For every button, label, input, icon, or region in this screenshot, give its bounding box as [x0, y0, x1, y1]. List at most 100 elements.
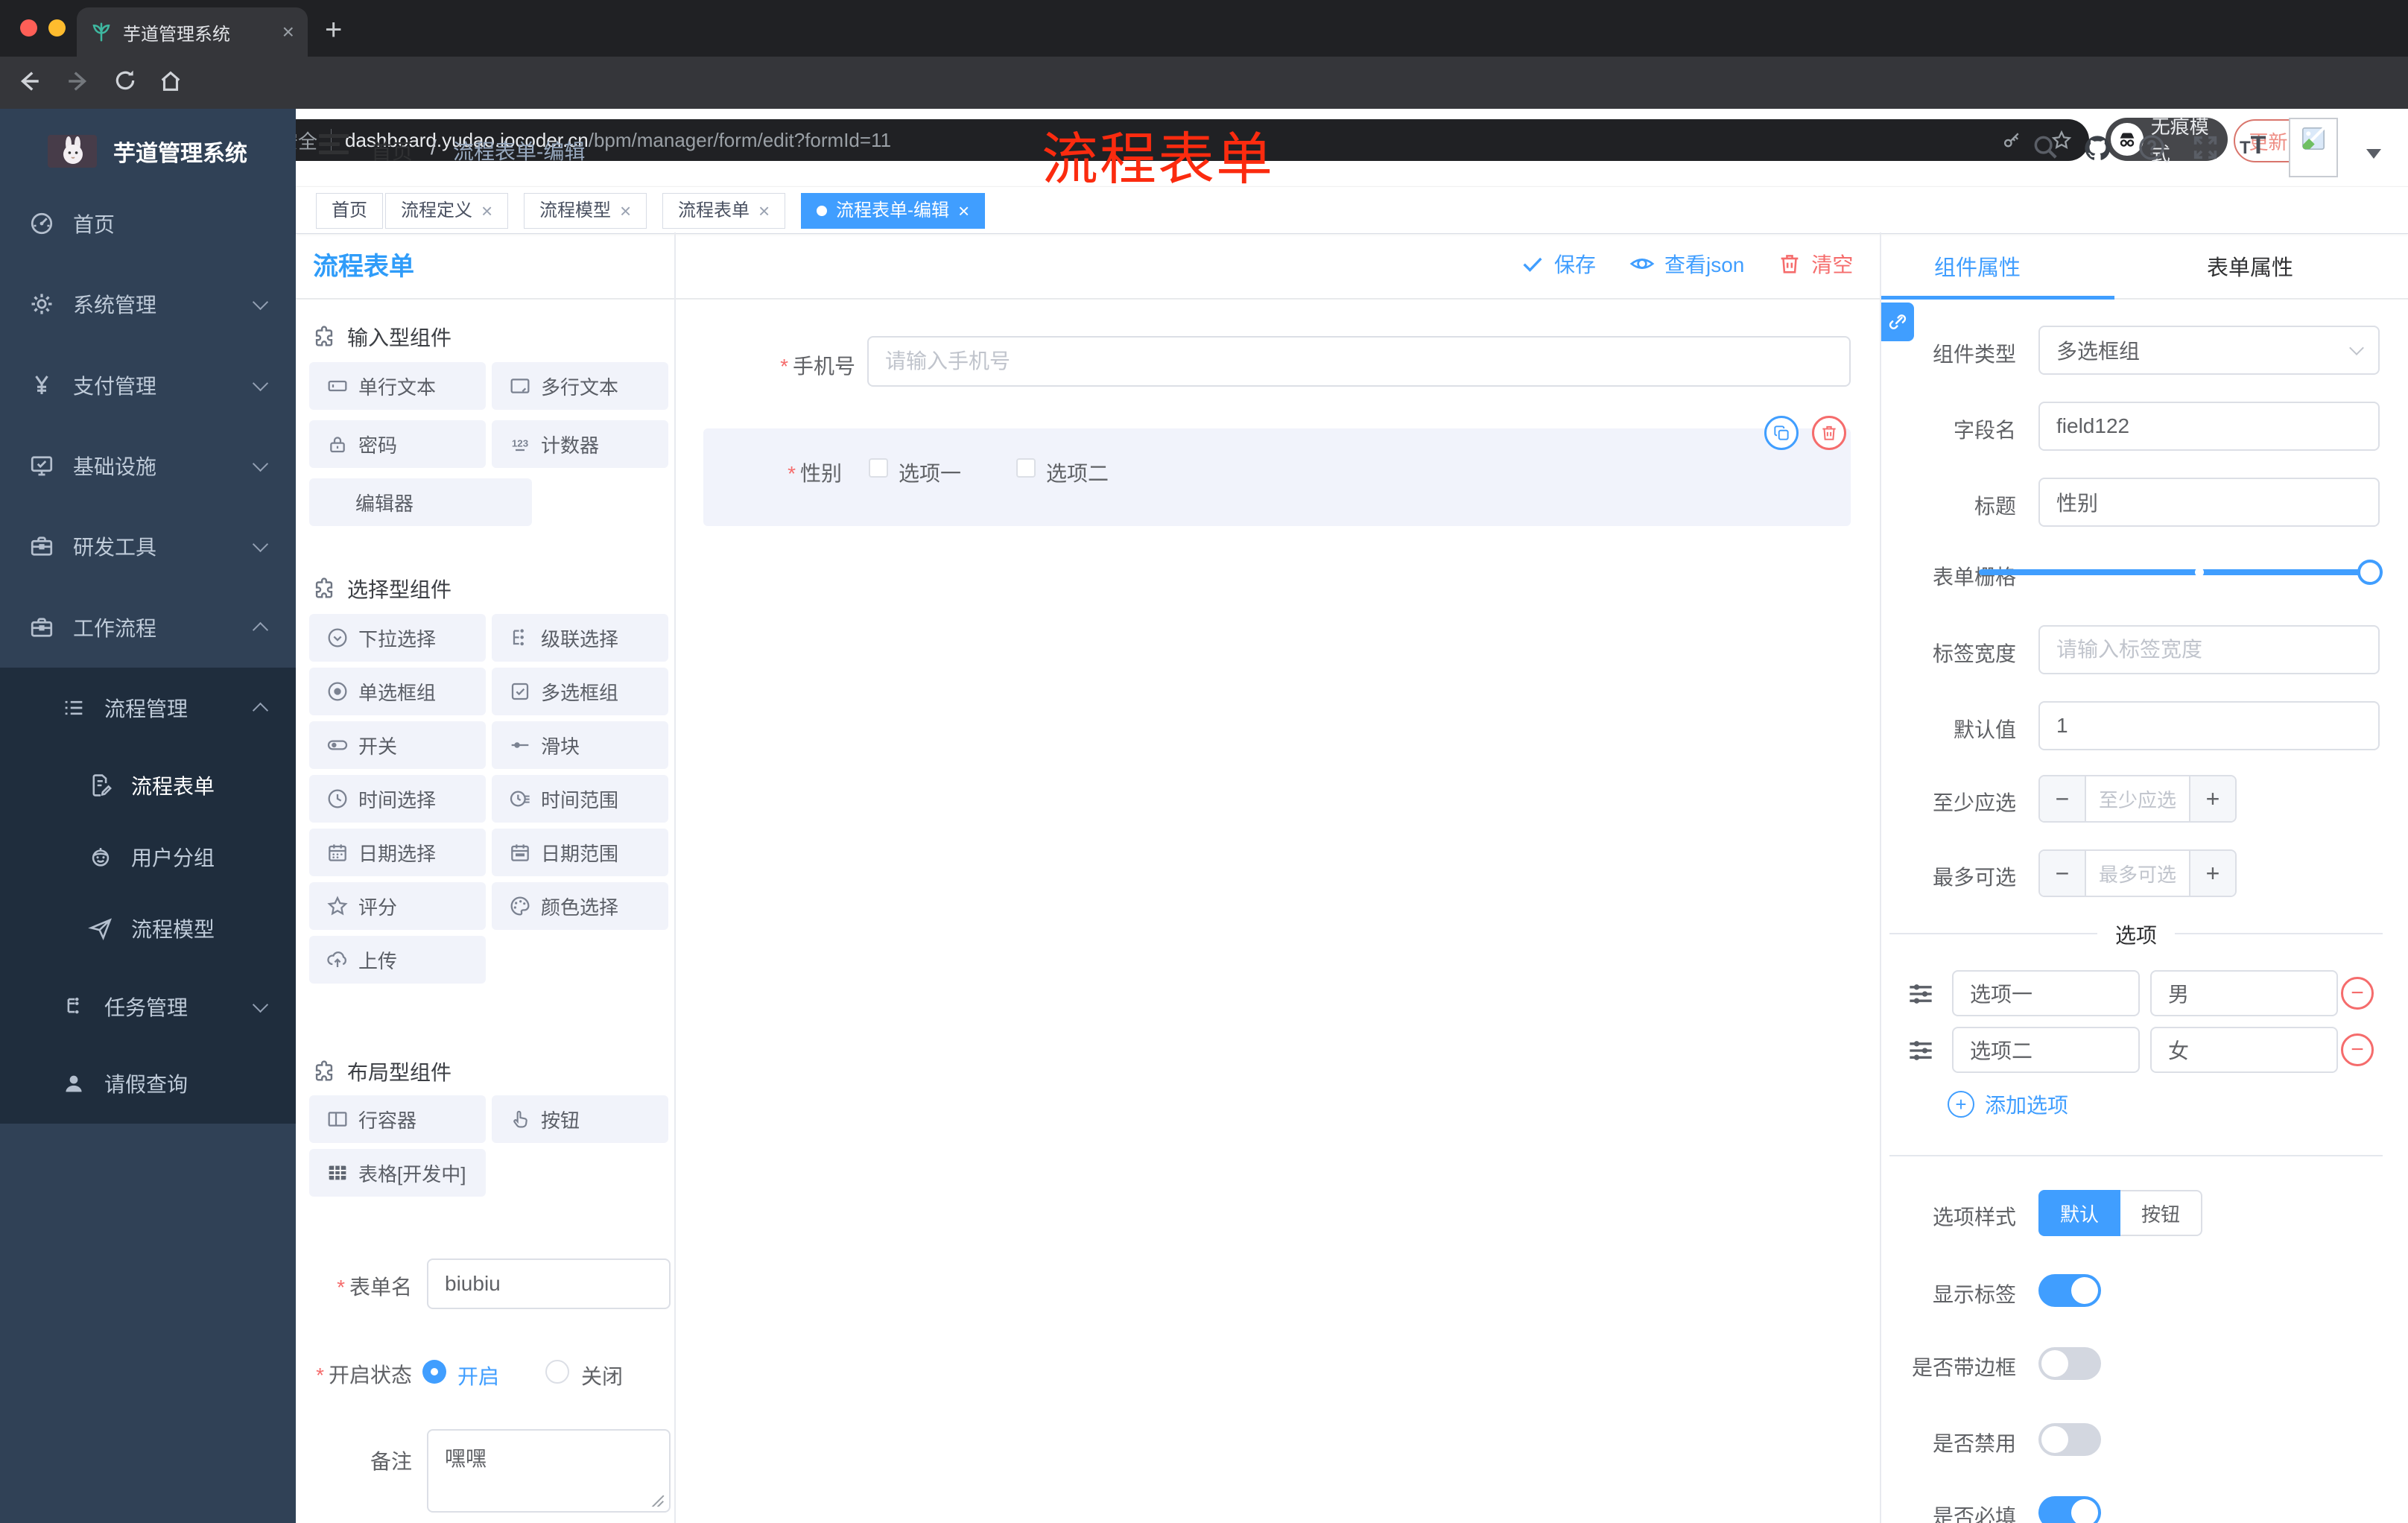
component-item-rate[interactable]: 评分	[309, 882, 486, 930]
traffic-minimize-button[interactable]	[48, 19, 66, 37]
search-icon[interactable]	[2031, 133, 2059, 161]
radio-open-label[interactable]: 开启	[457, 1361, 499, 1390]
label-width-input[interactable]	[2038, 625, 2380, 674]
component-item-counter[interactable]: 计数器	[492, 420, 668, 468]
avatar-caret-icon[interactable]	[2366, 149, 2381, 159]
component-item-multi-text[interactable]: 多行文本	[492, 362, 668, 410]
component-item-time-range[interactable]: 时间范围	[492, 775, 668, 823]
tag-close-icon[interactable]: ×	[481, 201, 492, 221]
component-item-checkbox-group[interactable]: 多选框组	[492, 668, 668, 715]
tag-home[interactable]: 首页	[316, 193, 383, 229]
tag-close-icon[interactable]: ×	[758, 201, 770, 221]
tab-form-props[interactable]: 表单属性	[2207, 250, 2293, 282]
sidebar-item-process-form[interactable]: 流程表单	[0, 750, 296, 821]
sidebar-item-infra[interactable]: 基础设施	[0, 425, 296, 506]
show-label-switch[interactable]	[2038, 1274, 2101, 1307]
radio-closed[interactable]	[545, 1360, 569, 1384]
traffic-close-button[interactable]	[20, 19, 37, 37]
border-switch[interactable]	[2038, 1347, 2101, 1380]
component-item-upload[interactable]: 上传	[309, 936, 486, 984]
stepper-minus-button[interactable]: −	[2040, 851, 2085, 896]
reload-icon[interactable]	[113, 69, 137, 92]
component-item-row-container[interactable]: 行容器	[309, 1095, 486, 1143]
style-default-button[interactable]: 默认	[2038, 1190, 2120, 1236]
gender-option2-label[interactable]: 选项二	[1046, 457, 1109, 487]
sidebar-item-process-model[interactable]: 流程模型	[0, 893, 296, 964]
delete-component-button[interactable]	[1812, 416, 1846, 450]
sidebar-item-leave-query[interactable]: 请假查询	[0, 1045, 296, 1121]
clear-button[interactable]: 清空	[1777, 249, 1853, 279]
component-item-radio-group[interactable]: 单选框组	[309, 668, 486, 715]
component-type-select[interactable]: 多选框组	[2038, 326, 2380, 375]
github-icon[interactable]	[2082, 133, 2113, 164]
user-avatar[interactable]	[2289, 118, 2338, 177]
tab-component-props[interactable]: 组件属性	[1934, 250, 2021, 282]
sidebar-item-task-management[interactable]: 任务管理	[0, 966, 296, 1047]
component-item-slider[interactable]: 滑块	[492, 721, 668, 769]
option2-value-input[interactable]	[2150, 1027, 2338, 1073]
back-icon[interactable]	[16, 69, 42, 94]
font-size-icon[interactable]: TT	[2240, 131, 2266, 160]
browser-tab[interactable]: 芋道管理系统 ×	[77, 7, 308, 57]
tag-close-icon[interactable]: ×	[958, 201, 969, 221]
component-item-single-text[interactable]: 单行文本	[309, 362, 486, 410]
drag-handle-icon[interactable]	[1904, 1034, 1937, 1067]
required-switch[interactable]	[2038, 1496, 2101, 1523]
tab-close-icon[interactable]: ×	[282, 22, 294, 42]
sidebar-item-devtools[interactable]: 研发工具	[0, 506, 296, 586]
title-input[interactable]	[2038, 478, 2380, 527]
stepper-plus-button[interactable]: +	[2190, 776, 2235, 821]
remove-option-button[interactable]: −	[2341, 977, 2374, 1010]
drag-handle-icon[interactable]	[1904, 978, 1937, 1010]
sidebar-item-process-management[interactable]: 流程管理	[0, 668, 296, 748]
sidebar-item-system[interactable]: 系统管理	[0, 264, 296, 344]
copy-component-button[interactable]	[1764, 416, 1799, 450]
component-item-password[interactable]: 密码	[309, 420, 486, 468]
tag-process-definition[interactable]: 流程定义 ×	[385, 193, 509, 229]
sidebar-item-workflow[interactable]: 工作流程	[0, 587, 296, 668]
stepper-minus-button[interactable]: −	[2040, 776, 2085, 821]
password-key-icon[interactable]	[2001, 130, 2022, 151]
tag-process-model[interactable]: 流程模型 ×	[524, 193, 647, 229]
component-item-button[interactable]: 按钮	[492, 1095, 668, 1143]
sidebar-item-payment[interactable]: 支付管理	[0, 345, 296, 425]
gender-option2-checkbox[interactable]	[1016, 458, 1036, 478]
home-icon[interactable]	[158, 69, 183, 94]
fullscreen-icon[interactable]	[2190, 133, 2220, 162]
textarea-resize-handle[interactable]	[650, 1492, 665, 1507]
form-name-input[interactable]	[427, 1258, 671, 1309]
component-item-select[interactable]: 下拉选择	[309, 614, 486, 662]
gender-option1-checkbox[interactable]	[869, 458, 888, 478]
component-item-color-picker[interactable]: 颜色选择	[492, 882, 668, 930]
breadcrumb-home[interactable]: 首页	[371, 136, 413, 165]
component-item-editor[interactable]: 编辑器	[309, 478, 532, 526]
sidebar-item-user-group[interactable]: 用户分组	[0, 821, 296, 893]
forward-icon[interactable]	[66, 69, 91, 94]
new-tab-button[interactable]: +	[325, 13, 342, 47]
stepper-plus-button[interactable]: +	[2190, 851, 2235, 896]
tag-process-form[interactable]: 流程表单 ×	[662, 193, 786, 229]
save-button[interactable]: 保存	[1520, 249, 1596, 279]
component-item-date-picker[interactable]: 日期选择	[309, 829, 486, 876]
sidebar-logo-row[interactable]: 芋道管理系统	[0, 116, 296, 186]
add-option-button[interactable]: + 添加选项	[1948, 1089, 2068, 1119]
min-select-value[interactable]: 至少应选	[2085, 776, 2190, 821]
disabled-switch[interactable]	[2038, 1423, 2101, 1456]
slider-handle[interactable]	[2357, 560, 2383, 585]
default-value-input[interactable]	[2038, 701, 2380, 750]
sidebar-item-home[interactable]: 首页	[0, 183, 296, 264]
link-drawer-tab[interactable]	[1881, 303, 1914, 341]
style-button-button[interactable]: 按钮	[2120, 1190, 2202, 1236]
component-item-time-picker[interactable]: 时间选择	[309, 775, 486, 823]
option1-value-input[interactable]	[2150, 970, 2338, 1016]
max-select-value[interactable]: 最多可选	[2085, 851, 2190, 896]
phone-input[interactable]	[867, 336, 1851, 387]
option2-label-input[interactable]	[1952, 1027, 2140, 1073]
option1-label-input[interactable]	[1952, 970, 2140, 1016]
sidebar-collapse-button[interactable]	[319, 134, 349, 158]
tag-close-icon[interactable]: ×	[620, 201, 631, 221]
remove-option-button[interactable]: −	[2341, 1033, 2374, 1066]
radio-closed-label[interactable]: 关闭	[581, 1361, 623, 1390]
remark-textarea[interactable]: 嘿嘿	[427, 1429, 671, 1513]
form-grid-slider[interactable]	[1979, 569, 2383, 575]
